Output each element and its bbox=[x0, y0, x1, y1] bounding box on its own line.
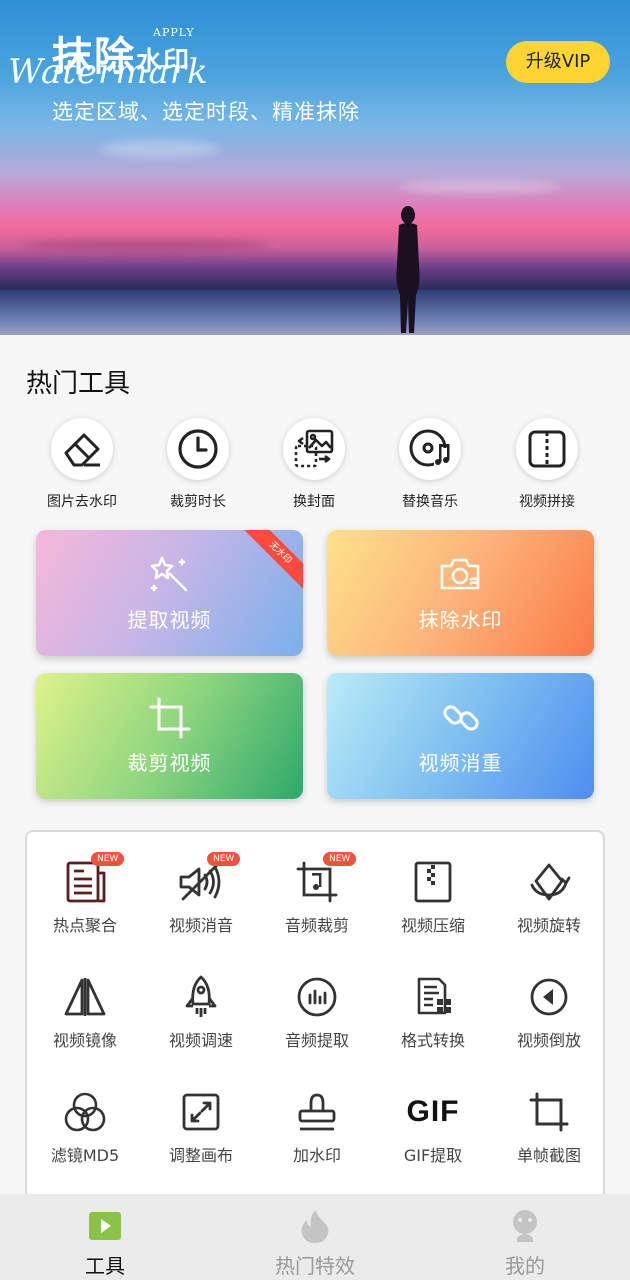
grid-item-format-convert[interactable]: 格式转换 bbox=[375, 973, 491, 1051]
grid-item-extract-audio[interactable]: 音频提取 bbox=[259, 973, 375, 1051]
grid-item-label: 视频旋转 bbox=[516, 916, 581, 935]
banner-title-big: 抹除 bbox=[52, 34, 136, 80]
quick-tool-trim-duration[interactable]: 裁剪时长 bbox=[143, 418, 253, 511]
stamp-icon bbox=[298, 1093, 336, 1131]
grid-item-adjust-canvas[interactable]: 调整画布 bbox=[143, 1088, 259, 1166]
nav-label: 工具 bbox=[85, 1254, 125, 1278]
grid-item-label: 滤镜MD5 bbox=[50, 1146, 120, 1165]
bottom-nav: 工具 热门特效 我的 bbox=[0, 1194, 630, 1280]
quick-tool-replace-music[interactable]: 替换音乐 bbox=[375, 418, 485, 511]
grid-item-frame-capture[interactable]: 单帧截图 bbox=[491, 1088, 607, 1166]
filter-icon bbox=[64, 1092, 106, 1132]
banner-title-small: 水印 bbox=[136, 47, 191, 77]
grid-item-label: 视频镜像 bbox=[52, 1031, 117, 1050]
nav-label: 我的 bbox=[505, 1254, 545, 1278]
grid-item-label: 视频倒放 bbox=[516, 1031, 581, 1050]
quick-tool-video-merge[interactable]: 视频拼接 bbox=[492, 418, 602, 511]
grid-item-label: GIF提取 bbox=[403, 1146, 463, 1165]
nav-tab-tools[interactable]: 工具 bbox=[25, 1194, 185, 1279]
grid-item-mute-video[interactable]: NEW 视频消音 bbox=[143, 852, 259, 936]
canvas-icon bbox=[182, 1093, 220, 1131]
reverse-icon bbox=[530, 978, 568, 1016]
grid-item-label: 视频调速 bbox=[168, 1031, 233, 1050]
grid-item-label: 调整画布 bbox=[168, 1146, 233, 1165]
grid-item-mirror-video[interactable]: 视频镜像 bbox=[27, 973, 143, 1051]
quick-tool-image-watermark[interactable]: 图片去水印 bbox=[27, 418, 137, 511]
nav-tab-mine[interactable]: 我的 bbox=[445, 1194, 605, 1279]
quick-tool-label: 图片去水印 bbox=[47, 494, 117, 510]
grid-item-filter-md5[interactable]: 滤镜MD5 bbox=[27, 1088, 143, 1166]
banner-subtitle: 选定区域、选定时段、精准抹除 bbox=[52, 100, 360, 124]
grid-item-reverse-video[interactable]: 视频倒放 bbox=[491, 973, 607, 1051]
card-label: 视频消重 bbox=[418, 751, 503, 775]
eraser-icon bbox=[64, 433, 100, 467]
image-swap-icon bbox=[294, 429, 334, 468]
camera-icon bbox=[440, 558, 479, 590]
grid-item-label: 视频压缩 bbox=[400, 916, 465, 935]
mirror-icon bbox=[64, 978, 106, 1016]
format-icon bbox=[417, 977, 451, 1015]
grid-item-label: 单帧截图 bbox=[516, 1146, 581, 1165]
play-icon bbox=[89, 1212, 121, 1240]
card-remove-watermark[interactable]: 抹除水印 bbox=[327, 530, 594, 656]
section-title: 热门工具 bbox=[26, 369, 131, 399]
upgrade-vip-button[interactable]: 升级VIP bbox=[506, 41, 610, 83]
magic-wand-icon bbox=[150, 556, 187, 592]
grid-item-label: 加水印 bbox=[292, 1146, 341, 1165]
card-label: 抹除水印 bbox=[418, 608, 503, 632]
grid-item-label: 热点聚合 bbox=[52, 916, 117, 935]
nav-tab-hot-effects[interactable]: 热门特效 bbox=[235, 1194, 395, 1279]
person-silhouette bbox=[396, 206, 420, 333]
quick-tool-label: 视频拼接 bbox=[519, 494, 575, 510]
quick-tool-label: 换封面 bbox=[293, 494, 335, 510]
flame-icon bbox=[301, 1210, 329, 1243]
grid-item-label: 视频消音 bbox=[168, 916, 233, 935]
new-badge: NEW bbox=[207, 852, 241, 866]
grid-item-label: 音频裁剪 bbox=[284, 916, 349, 935]
grid-item-gif-extract[interactable]: GIF GIF提取 bbox=[375, 1088, 491, 1166]
nav-label: 热门特效 bbox=[275, 1254, 355, 1278]
quick-tool-label: 裁剪时长 bbox=[170, 494, 226, 510]
crop-icon bbox=[149, 697, 190, 739]
grid-item-label: 格式转换 bbox=[400, 1031, 465, 1050]
grid-item-audio-crop[interactable]: NEW 音频裁剪 bbox=[259, 852, 375, 936]
user-icon bbox=[513, 1210, 537, 1242]
grid-item-speed-video[interactable]: 视频调速 bbox=[143, 973, 259, 1051]
gif-icon: GIF bbox=[406, 1095, 460, 1128]
link-icon bbox=[442, 705, 479, 731]
grid-item-label: 音频提取 bbox=[284, 1031, 349, 1050]
rotate-icon bbox=[530, 863, 571, 901]
split-panel-icon bbox=[528, 430, 566, 468]
new-badge: NEW bbox=[323, 852, 357, 866]
audio-bars-icon bbox=[297, 977, 337, 1017]
banner-apply: APPLY bbox=[153, 26, 195, 39]
card-label: 提取视频 bbox=[127, 608, 212, 632]
card-crop-video[interactable]: 裁剪视频 bbox=[36, 673, 303, 799]
grid-item-compress-video[interactable]: 视频压缩 bbox=[375, 858, 491, 936]
banner[interactable]: Watermark 抹除水印 APPLY 选定区域、选定时段、精准抹除 升级VI… bbox=[0, 0, 630, 335]
zip-icon bbox=[414, 861, 452, 903]
grid-item-add-watermark[interactable]: 加水印 bbox=[259, 1088, 375, 1166]
frame-crop-icon bbox=[529, 1092, 569, 1132]
rocket-icon bbox=[185, 975, 217, 1017]
clock-icon bbox=[178, 429, 218, 469]
new-badge: NEW bbox=[91, 852, 125, 866]
card-label: 裁剪视频 bbox=[127, 751, 212, 775]
grid-item-rotate-video[interactable]: 视频旋转 bbox=[491, 858, 607, 936]
quick-tool-label: 替换音乐 bbox=[402, 494, 458, 510]
card-extract-video[interactable]: 无水印 提取视频 bbox=[36, 530, 303, 656]
music-disc-icon bbox=[409, 429, 450, 467]
tool-grid-panel: NEW 热点聚合 NEW 视频消音 NEW 音频裁剪 视频压缩 视频旋转 视频镜… bbox=[25, 830, 605, 1200]
grid-item-hot-aggregate[interactable]: NEW 热点聚合 bbox=[27, 852, 143, 936]
card-dedupe-video[interactable]: 视频消重 bbox=[327, 673, 594, 799]
quick-tool-change-cover[interactable]: 换封面 bbox=[259, 418, 369, 511]
sea bbox=[0, 290, 630, 335]
